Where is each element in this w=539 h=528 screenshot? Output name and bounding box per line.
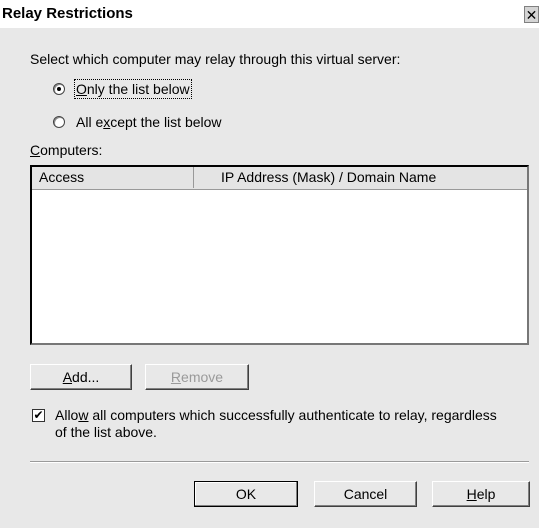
ok-button[interactable]: OK [194, 481, 298, 507]
radio-button-unchecked[interactable] [53, 116, 65, 128]
checkmark-icon: ✔ [33, 408, 44, 422]
radio-button-checked[interactable] [53, 83, 65, 95]
list-header: Access IP Address (Mask) / Domain Name [32, 167, 527, 190]
allow-authenticated-label: Allow all computers which successfully a… [55, 407, 497, 440]
allow-authenticated-checkbox[interactable]: ✔ [32, 409, 45, 422]
close-icon: ✕ [525, 7, 538, 23]
radio-all-except-list[interactable]: All except the list below [53, 114, 222, 130]
help-button[interactable]: Help [432, 481, 530, 507]
computers-label: Computers: [30, 142, 103, 158]
remove-button[interactable]: Remove [145, 364, 249, 390]
radio-label-only-list: Only the list below [74, 79, 192, 99]
title-bar: Relay Restrictions ✕ [0, 0, 539, 28]
computers-list[interactable]: Access IP Address (Mask) / Domain Name [30, 165, 529, 345]
radio-only-list-below[interactable]: Only the list below [53, 79, 192, 99]
close-button[interactable]: ✕ [524, 6, 539, 23]
relay-restrictions-dialog: Relay Restrictions ✕ Select which comput… [0, 0, 539, 528]
column-header-ip-address[interactable]: IP Address (Mask) / Domain Name [214, 167, 527, 188]
add-button[interactable]: Add... [30, 364, 132, 390]
column-header-access[interactable]: Access [32, 167, 194, 188]
relay-prompt: Select which computer may relay through … [30, 51, 401, 67]
separator [30, 461, 529, 463]
radio-label-all-except: All except the list below [76, 114, 222, 130]
dialog-title: Relay Restrictions [2, 5, 133, 22]
cancel-button[interactable]: Cancel [314, 481, 417, 507]
